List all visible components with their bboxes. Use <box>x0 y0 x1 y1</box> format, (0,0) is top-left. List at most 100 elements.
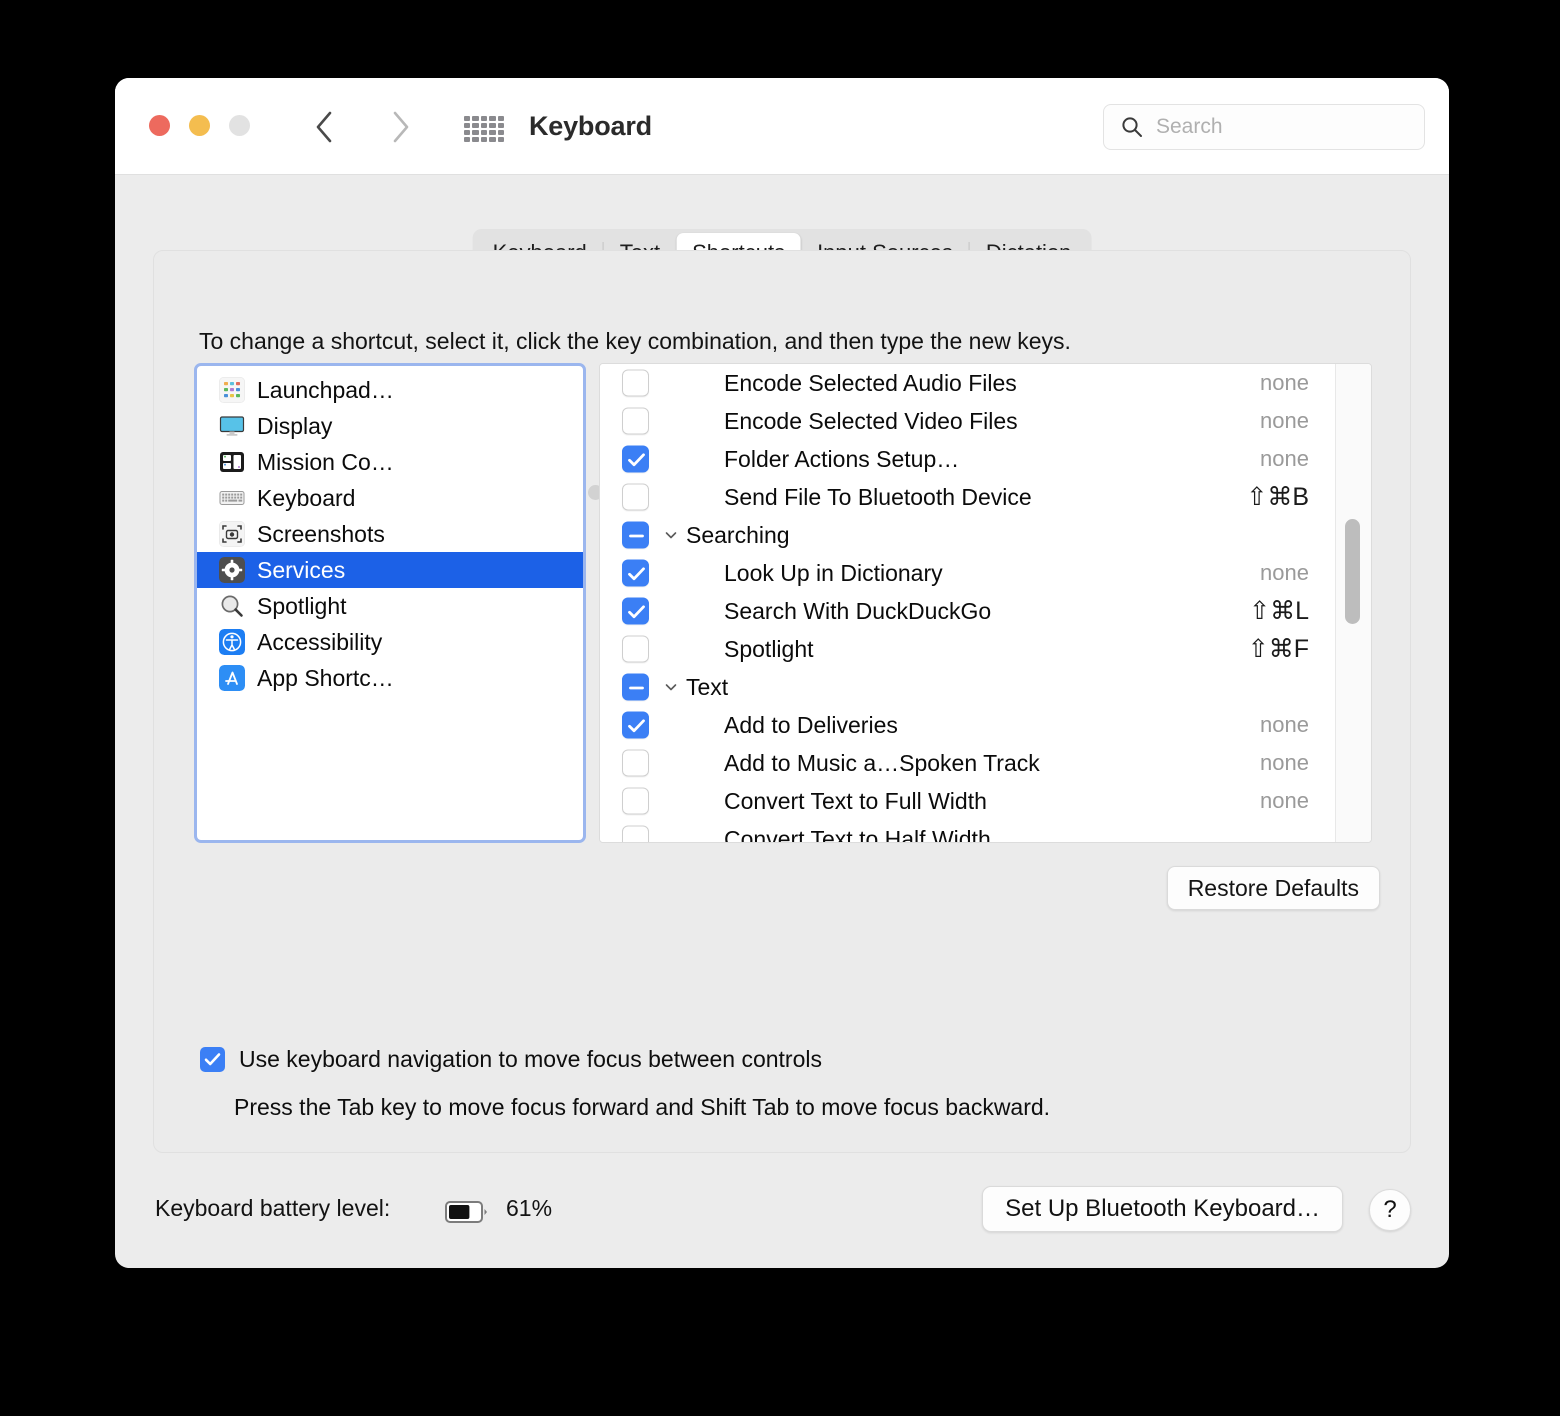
screenshots-icon <box>219 521 245 547</box>
chevron-down-icon[interactable] <box>664 528 678 542</box>
shortcut-row[interactable]: Send File To Bluetooth Device ⇧⌘B <box>600 478 1335 516</box>
shortcut-checkbox[interactable] <box>622 635 649 663</box>
shortcut-key[interactable]: none <box>1260 712 1309 738</box>
category-label: Launchpad… <box>257 376 394 403</box>
shortcut-key[interactable]: ⇧⌘B <box>1246 482 1309 512</box>
titlebar: Keyboard <box>115 78 1449 175</box>
shortcut-row[interactable]: Encode Selected Video Files none <box>600 402 1335 440</box>
shortcut-key[interactable]: none <box>1260 788 1309 814</box>
shortcut-checkbox[interactable] <box>622 407 649 435</box>
restore-defaults-button[interactable]: Restore Defaults <box>1166 866 1380 910</box>
shortcut-checkbox[interactable] <box>622 825 649 842</box>
search-input[interactable] <box>1156 115 1386 139</box>
keyboard-nav-label: Use keyboard navigation to move focus be… <box>239 1046 822 1072</box>
window-controls <box>149 115 250 136</box>
shortcut-row[interactable]: Convert Text to Half Width <box>600 820 1335 843</box>
category-item-mission-control[interactable]: Mission Co… <box>197 444 583 480</box>
help-button[interactable]: ? <box>1369 1189 1411 1231</box>
shortcut-group-row[interactable]: Searching <box>600 516 1335 554</box>
category-label: Mission Co… <box>257 448 394 475</box>
battery-label: Keyboard battery level: <box>155 1195 391 1221</box>
category-item-screenshots[interactable]: Screenshots <box>197 516 583 552</box>
shortcut-checkbox[interactable] <box>622 369 649 397</box>
category-item-services[interactable]: Services <box>197 552 583 588</box>
search-field[interactable] <box>1103 104 1425 150</box>
shortcut-key[interactable]: none <box>1260 446 1309 472</box>
shortcut-checkbox[interactable] <box>622 445 649 473</box>
forward-chevron-icon[interactable] <box>385 110 415 144</box>
shortcut-key[interactable]: none <box>1260 750 1309 776</box>
category-label: Spotlight <box>257 592 347 619</box>
minimize-button[interactable] <box>189 115 210 136</box>
shortcut-key[interactable]: ⇧⌘F <box>1248 634 1309 664</box>
shortcut-name: Spotlight <box>724 635 814 662</box>
accessibility-icon <box>219 629 245 655</box>
shortcut-row[interactable]: Add to Deliveries none <box>600 706 1335 744</box>
shortcut-checkbox[interactable] <box>622 787 649 815</box>
chevron-down-icon[interactable] <box>664 680 678 694</box>
group-checkbox[interactable] <box>622 673 649 701</box>
shortcut-row[interactable]: Search With DuckDuckGo ⇧⌘L <box>600 592 1335 630</box>
shortcut-group-row[interactable]: Text <box>600 668 1335 706</box>
shortcut-scroll-area: Encode Selected Audio Files none Encode … <box>600 364 1335 842</box>
display-icon <box>219 416 245 436</box>
shortcut-key[interactable]: ⇧⌘L <box>1249 596 1309 626</box>
keyboard-nav-row[interactable]: Use keyboard navigation to move focus be… <box>200 1046 822 1073</box>
shortcut-row[interactable]: Add to Music a…Spoken Track none <box>600 744 1335 782</box>
shortcut-row[interactable]: Spotlight ⇧⌘F <box>600 630 1335 668</box>
shortcut-checkbox[interactable] <box>622 483 649 511</box>
shortcut-name: Convert Text to Half Width <box>724 825 991 843</box>
category-item-display[interactable]: Display <box>197 408 583 444</box>
category-label: App Shortc… <box>257 664 394 691</box>
keyboard-nav-note: Press the Tab key to move focus forward … <box>234 1094 1051 1120</box>
services-gear-icon <box>219 557 245 583</box>
category-item-app-shortcuts[interactable]: App Shortc… <box>197 660 583 696</box>
shortcut-name: Add to Music a…Spoken Track <box>724 749 1040 776</box>
shortcut-checkbox[interactable] <box>622 711 649 739</box>
shortcut-checkbox[interactable] <box>622 559 649 587</box>
shortcut-name: Add to Deliveries <box>724 711 898 738</box>
shortcut-list[interactable]: Encode Selected Audio Files none Encode … <box>599 363 1372 843</box>
shortcut-checkbox[interactable] <box>622 597 649 625</box>
shortcut-row[interactable]: Encode Selected Audio Files none <box>600 364 1335 402</box>
category-label: Accessibility <box>257 628 383 655</box>
shortcut-row[interactable]: Look Up in Dictionary none <box>600 554 1335 592</box>
category-item-keyboard[interactable]: Keyboard <box>197 480 583 516</box>
checkmark-icon <box>628 453 645 467</box>
zoom-button[interactable] <box>229 115 250 136</box>
dash-icon <box>629 534 644 538</box>
checkmark-icon <box>628 719 645 733</box>
checkmark-icon <box>628 605 645 619</box>
shortcut-group-name: Text <box>686 673 729 700</box>
shortcut-row[interactable]: Folder Actions Setup… none <box>600 440 1335 478</box>
checkmark-icon <box>204 1053 221 1066</box>
show-all-grid-icon[interactable] <box>464 116 504 142</box>
shortcut-name: Encode Selected Video Files <box>724 407 1018 434</box>
system-preferences-window: Keyboard Keyboard Text Shortcuts Input S… <box>115 78 1449 1268</box>
group-checkbox[interactable] <box>622 521 649 549</box>
search-icon <box>1122 117 1142 137</box>
close-button[interactable] <box>149 115 170 136</box>
category-item-spotlight[interactable]: Spotlight <box>197 588 583 624</box>
back-chevron-icon[interactable] <box>309 110 339 144</box>
shortcut-row[interactable]: Convert Text to Full Width none <box>600 782 1335 820</box>
instruction-text: To change a shortcut, select it, click t… <box>199 328 1071 354</box>
shortcut-key[interactable]: none <box>1260 408 1309 434</box>
shortcut-key[interactable]: none <box>1260 370 1309 396</box>
category-item-launchpad[interactable]: Launchpad… <box>197 372 583 408</box>
setup-bluetooth-keyboard-button[interactable]: Set Up Bluetooth Keyboard… <box>982 1186 1343 1232</box>
category-item-accessibility[interactable]: Accessibility <box>197 624 583 660</box>
window-footer: Keyboard battery level: 61% Set Up Bluet… <box>115 1173 1449 1268</box>
shortcut-name: Send File To Bluetooth Device <box>724 483 1032 510</box>
shortcut-name: Folder Actions Setup… <box>724 445 960 472</box>
category-list[interactable]: Launchpad… Display Mission Co… Keyboard … <box>194 363 586 843</box>
shortcut-name: Encode Selected Audio Files <box>724 369 1017 396</box>
category-label: Display <box>257 412 333 439</box>
keyboard-nav-checkbox[interactable] <box>200 1047 225 1072</box>
shortcuts-panel: To change a shortcut, select it, click t… <box>153 250 1411 1153</box>
shortcut-key[interactable]: none <box>1260 560 1309 586</box>
launchpad-icon <box>219 377 245 403</box>
vertical-scrollbar[interactable] <box>1335 364 1371 842</box>
scrollbar-thumb[interactable] <box>1345 519 1360 624</box>
shortcut-checkbox[interactable] <box>622 749 649 777</box>
